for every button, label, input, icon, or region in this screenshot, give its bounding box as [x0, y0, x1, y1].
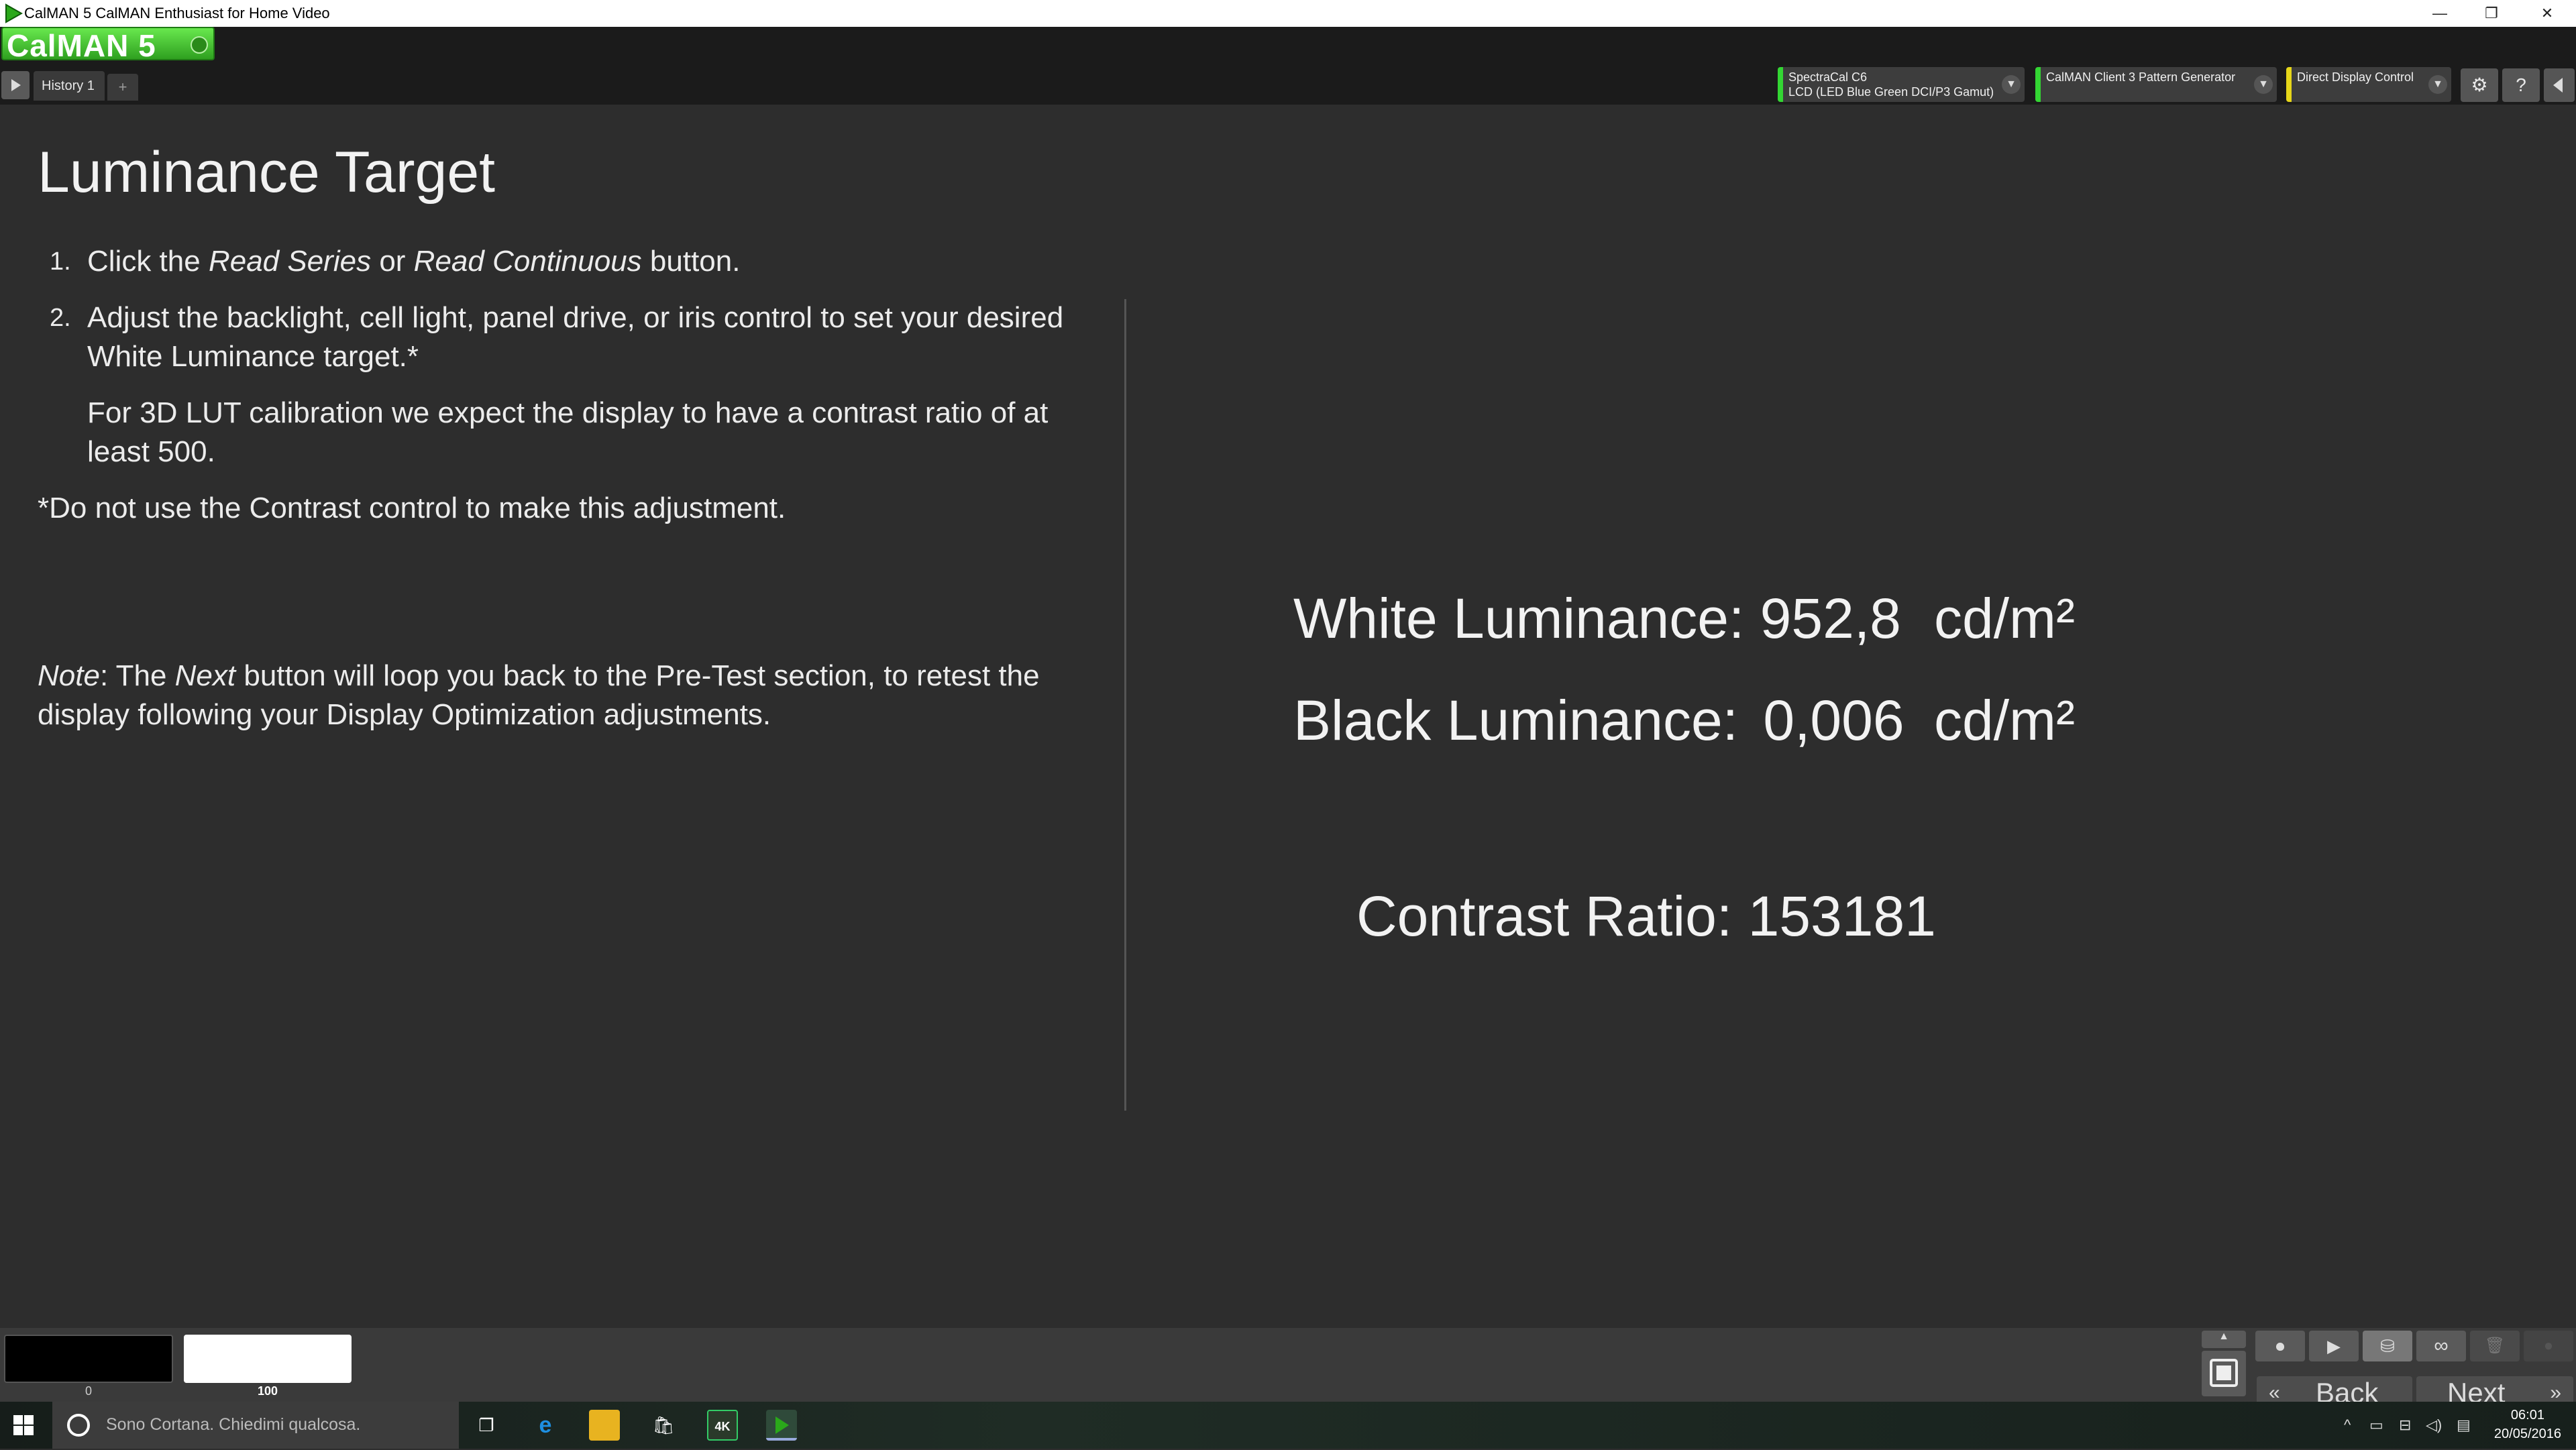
read-series-button[interactable]: ▶ [2309, 1331, 2359, 1361]
device-name: Direct Display Control [2297, 70, 2414, 84]
save-icon: ⛁ [2380, 1336, 2395, 1356]
calman-app-icon [5, 3, 23, 23]
cortana-icon [67, 1414, 90, 1437]
black-luminance-unit: cd/m² [1934, 689, 2075, 752]
white-luminance-label: White Luminance: [1293, 587, 1745, 650]
page-title: Luminance Target [38, 140, 496, 205]
lut-contrast-note: For 3D LUT calibration we expect the dis… [87, 396, 1049, 468]
device-status-led [1778, 67, 1783, 102]
network-icon[interactable]: ⊟ [2399, 1416, 2411, 1434]
chevron-down-icon: ▼ [2428, 75, 2447, 94]
window-titlebar: CalMAN 5 CalMAN Enthusiast for Home Vide… [0, 0, 2576, 27]
next-button-note: Note: The Next button will loop you back… [38, 659, 1040, 731]
chevron-up-icon: ▲ [2218, 1331, 2229, 1342]
chevron-up-icon[interactable]: ^ [2344, 1416, 2351, 1434]
step-text: Adjust the backlight, cell light, panel … [87, 301, 1064, 373]
device-name: SpectraCal C6 [1788, 70, 1868, 84]
chevron-down-icon: ▼ [2254, 75, 2273, 94]
calman-logo-menu[interactable]: CalMAN 5 [1, 27, 215, 63]
tab-history-1[interactable]: History 1 [34, 71, 105, 101]
swatch-white[interactable] [184, 1335, 352, 1383]
cortana-search-box[interactable]: Sono Cortana. Chiedimi qualcosa. [52, 1402, 459, 1449]
black-luminance-readout: Black Luminance: 0,006 cd/m² [1293, 688, 2075, 753]
stop-icon [2210, 1359, 2238, 1387]
file-explorer-icon[interactable] [589, 1410, 620, 1441]
4k-app-icon[interactable]: 4K [707, 1410, 738, 1441]
add-history-tab-button[interactable]: + [107, 74, 138, 101]
bottom-toolbar: 0 100 ▲ ⏺ ▶ ⛁ ∞ 🗑 ● [0, 1328, 2576, 1402]
close-button[interactable]: ✕ [2518, 0, 2576, 27]
content-divider [1124, 299, 1126, 1111]
stop-button[interactable] [2202, 1351, 2246, 1396]
infinity-icon: ∞ [2434, 1335, 2449, 1357]
settings-button[interactable]: ⚙ [2461, 68, 2498, 102]
taskbar-clock[interactable]: 06:01 20/05/2016 [2494, 1406, 2561, 1443]
circle-icon: ● [2543, 1337, 2554, 1355]
step-text: Click the Read Series or Read Continuous… [87, 245, 741, 278]
device-name: CalMAN Client 3 Pattern Generator [2046, 70, 2236, 84]
cortana-placeholder: Sono Cortana. Chiedimi qualcosa. [106, 1415, 361, 1434]
trash-icon: 🗑 [2484, 1337, 2506, 1355]
minimize-button[interactable]: — [2411, 0, 2469, 27]
collapse-controls-button[interactable]: ▲ [2202, 1331, 2246, 1348]
play-icon: ▶ [2327, 1336, 2341, 1356]
task-view-icon[interactable]: ❐ [471, 1410, 502, 1441]
save-reading-button[interactable]: ⛁ [2363, 1331, 2412, 1361]
windows-start-button[interactable] [12, 1414, 35, 1437]
step-number: 1. [50, 247, 71, 276]
play-right-icon [11, 79, 21, 91]
logo-text: CalMAN 5 [7, 28, 156, 63]
contrast-ratio-label: Contrast Ratio: [1356, 885, 1733, 948]
pattern-generator-selector[interactable]: CalMAN Client 3 Pattern Generator ▼ [2035, 67, 2277, 102]
help-icon: ? [2516, 74, 2526, 95]
swatch-black[interactable] [4, 1335, 173, 1383]
calman-taskbar-icon[interactable] [766, 1410, 797, 1441]
gear-icon: ⚙ [2471, 74, 2488, 95]
read-continuous-button[interactable]: ∞ [2416, 1331, 2466, 1361]
edge-icon[interactable]: e [530, 1410, 561, 1441]
contrast-ratio-readout: Contrast Ratio: 153181 [1356, 884, 1936, 949]
swatch-black-label: 0 [85, 1384, 92, 1398]
display-control-selector[interactable]: Direct Display Control ▼ [2286, 67, 2451, 102]
chevron-down-icon: ▼ [2002, 75, 2021, 94]
volume-icon[interactable]: ◁) [2426, 1416, 2442, 1434]
calman-glyph-icon [775, 1416, 789, 1434]
collapse-panel-button[interactable] [2544, 68, 2575, 102]
device-mode: LCD (LED Blue Green DCI/P3 Gamut) [1788, 85, 1994, 99]
restore-button[interactable]: ❐ [2463, 0, 2520, 27]
contrast-ratio-value: 153181 [1748, 885, 1936, 948]
black-luminance-label: Black Luminance: [1293, 689, 1739, 752]
workflow-page: Luminance Target 1. Click the Read Serie… [0, 105, 2576, 1328]
store-icon[interactable]: 🛍 [648, 1410, 679, 1441]
contrast-warning: *Do not use the Contrast control to make… [38, 492, 786, 524]
collapse-icon [2553, 78, 2563, 93]
window-title: CalMAN 5 CalMAN Enthusiast for Home Vide… [24, 5, 330, 21]
sidebar-toggle-button[interactable] [1, 71, 30, 99]
record-icon: ⏺ [2275, 1336, 2285, 1356]
meter-device-selector[interactable]: SpectraCal C6 LCD (LED Blue Green DCI/P3… [1778, 67, 2025, 102]
device-status-led [2035, 67, 2041, 102]
notifications-icon[interactable]: ▤ [2457, 1416, 2471, 1434]
white-luminance-readout: White Luminance: 952,8 cd/m² [1293, 586, 2075, 651]
read-single-button[interactable]: ⏺ [2255, 1331, 2305, 1361]
black-luminance-value: 0,006 [1763, 689, 1904, 752]
clock-time: 06:01 [2510, 1408, 2544, 1423]
swatch-white-label: 100 [257, 1384, 278, 1398]
white-luminance-unit: cd/m² [1934, 587, 2075, 650]
battery-icon[interactable]: ▭ [2369, 1416, 2383, 1434]
windows-taskbar: Sono Cortana. Chiedimi qualcosa. ❐ e 🛍 4… [0, 1402, 2576, 1449]
white-luminance-value: 952,8 [1760, 587, 1901, 650]
step-number: 2. [50, 304, 71, 332]
trash-button[interactable]: 🗑 [2470, 1331, 2520, 1361]
device-status-led [2286, 67, 2292, 102]
help-button[interactable]: ? [2502, 68, 2540, 102]
extra-control-button[interactable]: ● [2524, 1331, 2573, 1361]
clock-date: 20/05/2016 [2493, 1427, 2561, 1441]
chevron-down-icon [191, 36, 208, 54]
